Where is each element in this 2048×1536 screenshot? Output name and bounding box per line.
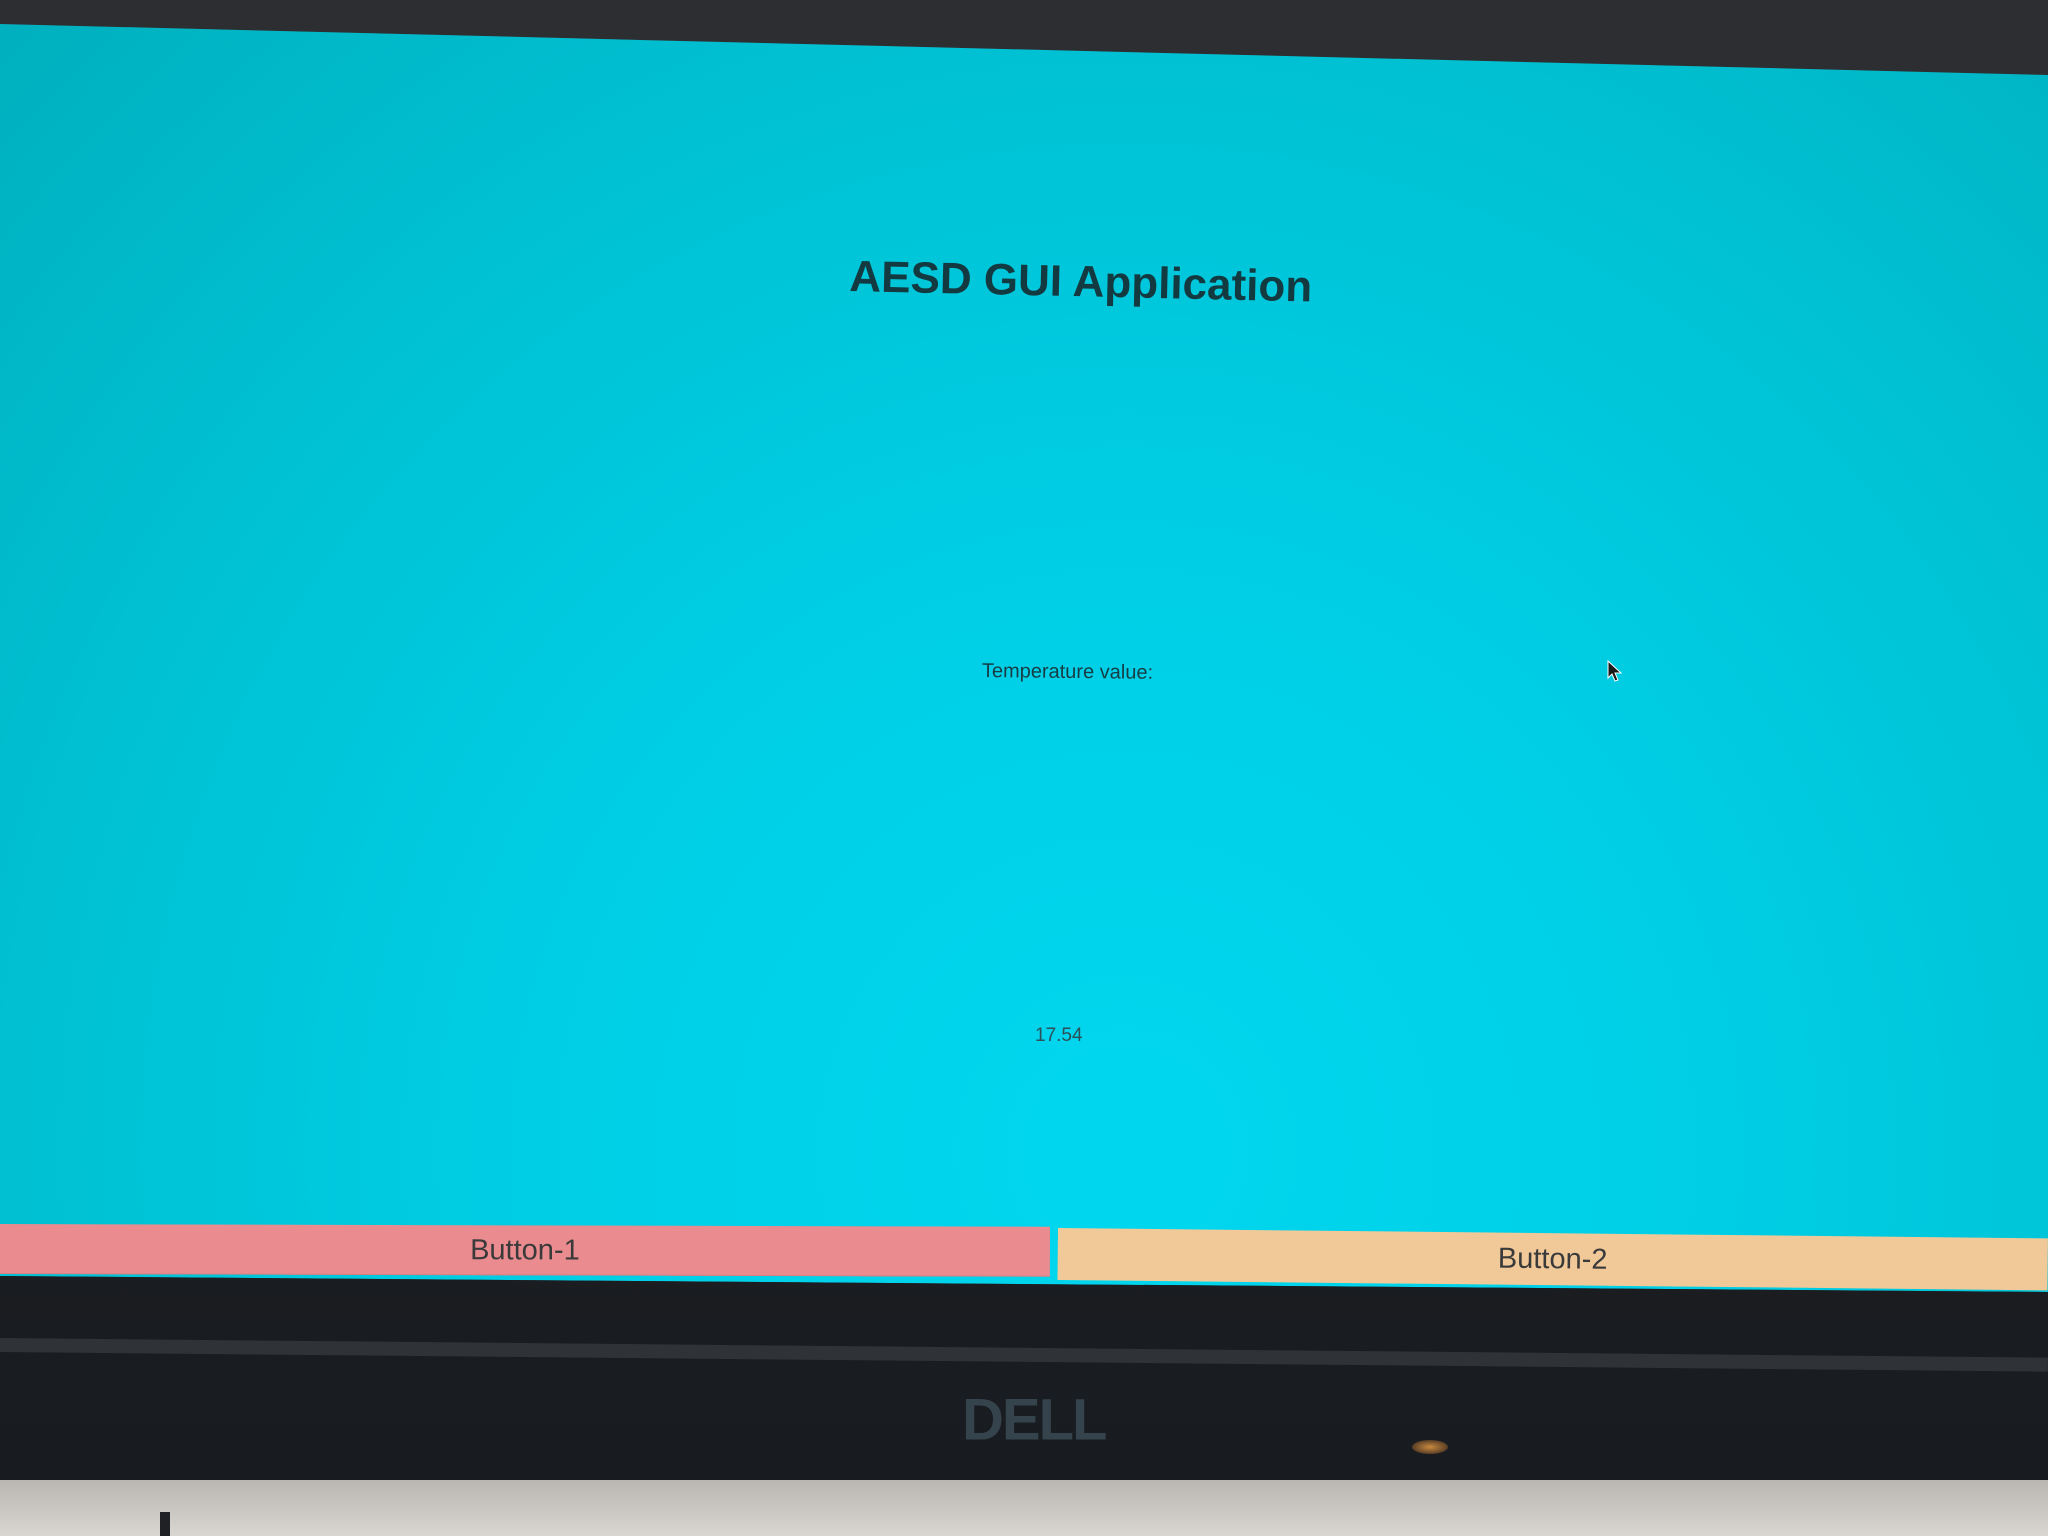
monitor-brand-logo: DELL bbox=[962, 1387, 1107, 1453]
photo-scene: AESD GUI Application Temperature value: … bbox=[0, 0, 2048, 1536]
button-1-label: Button-1 bbox=[470, 1233, 580, 1267]
app-title: AESD GUI Application bbox=[848, 252, 1313, 312]
mouse-cursor-icon bbox=[1607, 660, 1623, 682]
power-led-icon bbox=[1412, 1440, 1448, 1454]
monitor-stand bbox=[160, 1512, 170, 1536]
temperature-label: Temperature value: bbox=[981, 660, 1154, 684]
button-1[interactable]: Button-1 bbox=[0, 1224, 1050, 1277]
button-2-label: Button-2 bbox=[1497, 1242, 1608, 1276]
temperature-value: 17.54 bbox=[1035, 1025, 1083, 1046]
desk-surface bbox=[0, 1480, 2048, 1536]
button-2[interactable]: Button-2 bbox=[1057, 1228, 2048, 1291]
